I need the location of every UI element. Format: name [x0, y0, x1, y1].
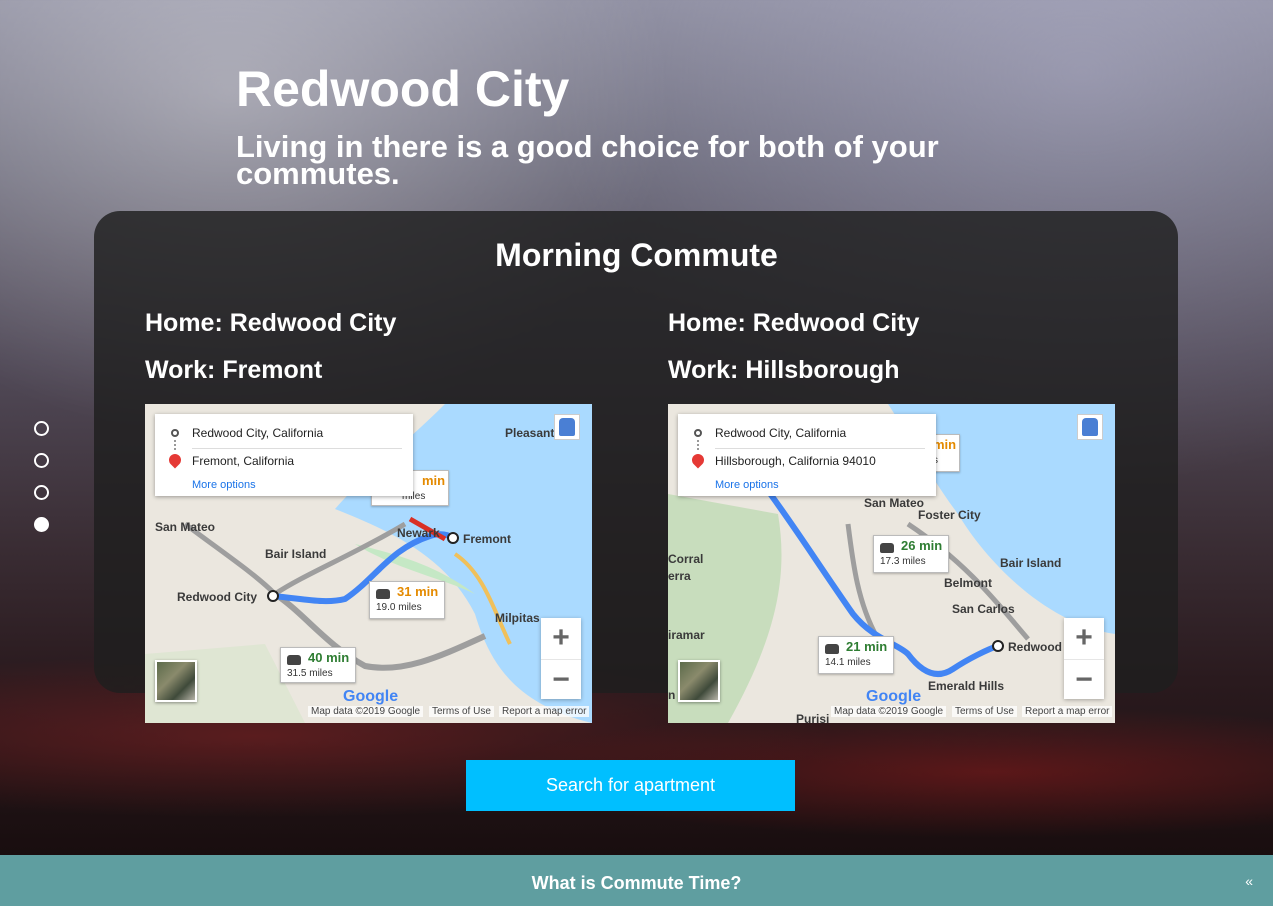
- bottom-info-bar[interactable]: What is Commute Time? «: [0, 855, 1273, 906]
- collapse-icon[interactable]: «: [1245, 873, 1253, 889]
- directions-divider: [192, 448, 402, 449]
- map-place-label: Belmont: [944, 576, 992, 590]
- page-subtitle: Living in there is a good choice for bot…: [236, 129, 939, 191]
- destination-pin-icon: [166, 451, 184, 469]
- left-route-map[interactable]: San Mateo Bair Island Redwood City Newar…: [145, 404, 592, 723]
- nav-dot-2[interactable]: [34, 453, 49, 468]
- destination-pin-icon: [689, 451, 707, 469]
- map-place-label: Pleasant: [505, 426, 555, 440]
- car-icon: [825, 644, 839, 654]
- map-place-label: Emerald Hills: [928, 679, 1005, 693]
- map-place-label: Redwood: [1008, 640, 1062, 654]
- map-attribution: Map data ©2019 Google: [831, 706, 947, 717]
- map-place-label: Newark: [397, 526, 440, 540]
- directions-from: Redwood City, California: [192, 426, 324, 440]
- route-bubble-primary[interactable]: 21 min 14.1 miles: [818, 636, 894, 674]
- report-map-error-link[interactable]: Report a map error: [499, 706, 590, 717]
- zoom-control: + −: [1064, 618, 1104, 699]
- map-place-label: San Carlos: [952, 602, 1015, 616]
- zoom-out-button[interactable]: −: [1064, 659, 1104, 699]
- nav-dot-3[interactable]: [34, 485, 49, 500]
- google-logo: Google: [343, 688, 399, 705]
- more-options-link[interactable]: More options: [192, 479, 256, 491]
- street-view-pegman-icon[interactable]: [554, 414, 580, 440]
- map-place-label: Redwood City: [177, 590, 257, 604]
- terms-link[interactable]: Terms of Use: [952, 706, 1017, 717]
- zoom-in-button[interactable]: +: [541, 618, 581, 658]
- map-place-label: Purisi: [796, 712, 830, 723]
- nav-dot-4-active[interactable]: [34, 517, 49, 532]
- zoom-control: + −: [541, 618, 581, 699]
- start-point-icon: [171, 429, 179, 437]
- map-place-label: erra: [668, 569, 691, 583]
- route-bubble-primary[interactable]: 31 min 19.0 miles: [369, 581, 445, 619]
- route-dots-icon: [697, 440, 699, 450]
- map-place-label: San Mateo: [155, 520, 216, 534]
- terms-link[interactable]: Terms of Use: [429, 706, 494, 717]
- zoom-in-button[interactable]: +: [1064, 618, 1104, 658]
- more-options-link[interactable]: More options: [715, 479, 779, 491]
- satellite-toggle[interactable]: [678, 660, 720, 702]
- directions-divider: [715, 448, 925, 449]
- directions-to: Fremont, California: [192, 454, 295, 468]
- start-point-icon: [694, 429, 702, 437]
- right-route-map[interactable]: San Mateo Foster City Bair Island Belmon…: [668, 404, 1115, 723]
- car-icon: [376, 589, 390, 599]
- directions-from: Redwood City, California: [715, 426, 847, 440]
- car-icon: [287, 655, 301, 665]
- map-attribution: Map data ©2019 Google: [308, 706, 424, 717]
- right-home-label: Home: Redwood City: [668, 309, 920, 337]
- map-place-label: Bair Island: [1000, 556, 1062, 570]
- search-apartment-button[interactable]: Search for apartment: [466, 760, 795, 811]
- map-place-label: Foster City: [918, 508, 981, 522]
- route-bubble-secondary[interactable]: 40 min 31.5 miles: [280, 647, 356, 683]
- commute-time-info-link[interactable]: What is Commute Time?: [0, 855, 1273, 906]
- directions-to: Hillsborough, California 94010: [715, 454, 876, 468]
- route-bubble-secondary[interactable]: 26 min 17.3 miles: [873, 535, 949, 573]
- directions-box[interactable]: Redwood City, California Fremont, Califo…: [155, 414, 413, 496]
- map-place-label: iramar: [668, 628, 705, 642]
- nav-dot-1[interactable]: [34, 421, 49, 436]
- report-map-error-link[interactable]: Report a map error: [1022, 706, 1113, 717]
- directions-box[interactable]: Redwood City, California Hillsborough, C…: [678, 414, 936, 496]
- map-place-label: Corral: [668, 552, 704, 566]
- car-icon: [880, 543, 894, 553]
- map-place-label: San Mateo: [864, 496, 925, 510]
- left-work-label: Work: Fremont: [145, 356, 323, 384]
- map-place-label: Bair Island: [265, 547, 327, 561]
- map-place-label: Fremont: [463, 532, 511, 546]
- google-logo: Google: [866, 688, 922, 705]
- left-home-label: Home: Redwood City: [145, 309, 397, 337]
- street-view-pegman-icon[interactable]: [1077, 414, 1103, 440]
- right-work-label: Work: Hillsborough: [668, 356, 900, 384]
- route-dots-icon: [174, 440, 176, 450]
- satellite-toggle[interactable]: [155, 660, 197, 702]
- zoom-out-button[interactable]: −: [541, 659, 581, 699]
- map-place-label: Milpitas: [495, 611, 540, 625]
- page-title: Redwood City: [236, 61, 570, 117]
- commute-panel-title: Morning Commute: [495, 237, 778, 273]
